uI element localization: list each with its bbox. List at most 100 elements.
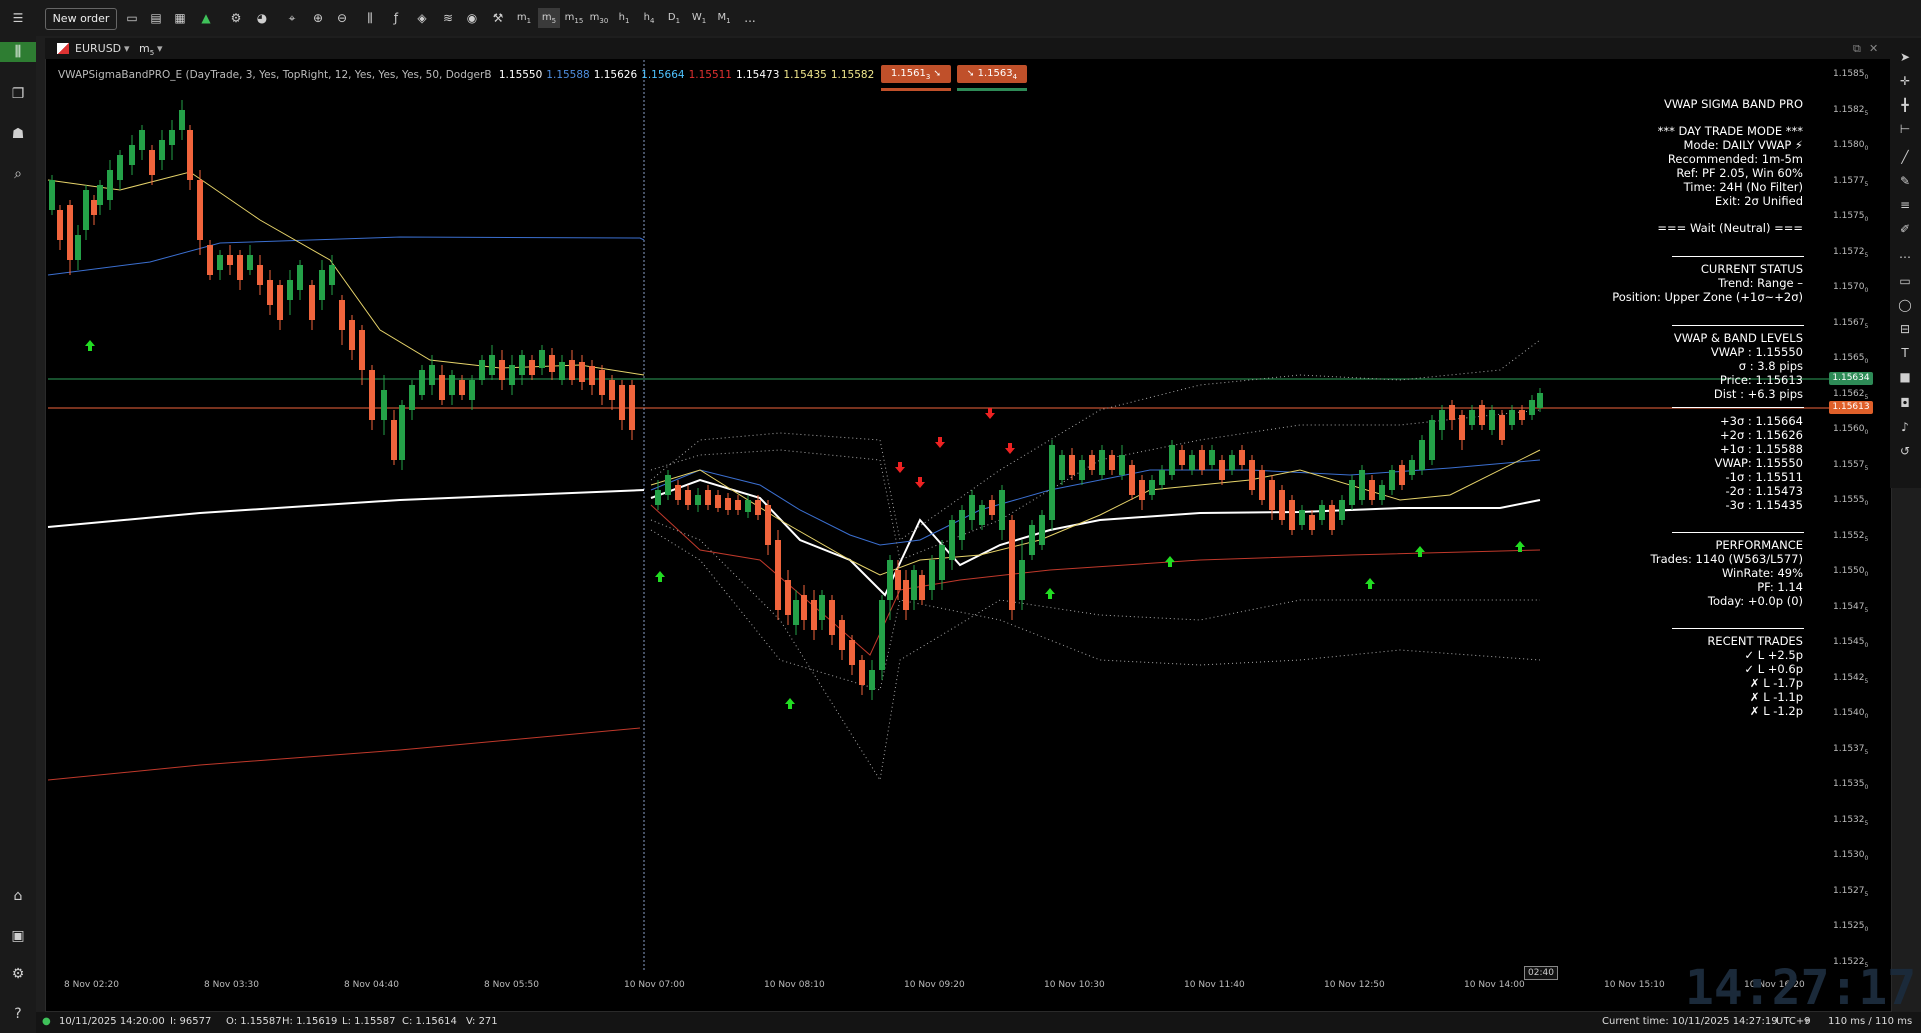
bear-candle	[685, 485, 691, 510]
bear-candle	[391, 410, 397, 465]
time-tick-label: 10 Nov 11:40	[1184, 980, 1245, 990]
bull-candle	[1469, 405, 1475, 430]
price-tick-label: 1.15700	[1833, 282, 1869, 294]
bull-candle	[911, 565, 917, 610]
crosshair-icon[interactable]: ✛	[1896, 72, 1914, 90]
sell-signal-arrow	[895, 462, 905, 473]
bear-candle	[1279, 485, 1285, 525]
alert-bell-icon[interactable]: ♪	[1896, 418, 1914, 436]
divider	[1672, 628, 1804, 629]
bear-candle	[1179, 445, 1185, 470]
horizontal-line-icon[interactable]: ⊢	[1896, 120, 1914, 138]
signal-text: === Wait (Neutral) ===	[1657, 221, 1803, 235]
timezone-dropdown-icon[interactable]: ▾	[1804, 1016, 1809, 1027]
bull-candle	[169, 120, 175, 160]
bull-candle	[1099, 445, 1105, 480]
bull-candle	[1299, 505, 1305, 530]
bear-candle	[187, 125, 193, 190]
bull-candle	[1189, 450, 1195, 475]
indicator-value: 1.15511	[688, 69, 732, 81]
bull-candle	[1159, 465, 1165, 490]
bull-candle	[429, 355, 435, 395]
bull-candle	[1209, 445, 1215, 470]
bull-candle	[819, 590, 825, 630]
price-tick-label: 1.15725	[1833, 246, 1869, 259]
ask-price-tag: 1.15634	[1829, 372, 1873, 385]
pencil-icon[interactable]: ✎	[1896, 172, 1914, 190]
indicator-value: 1.15588	[546, 69, 590, 81]
bull-candle	[509, 355, 515, 395]
bear-candle	[589, 360, 595, 395]
ellipse-icon[interactable]: ◯	[1896, 296, 1914, 314]
divider	[1672, 407, 1804, 408]
bar-low: L: 1.15587	[342, 1016, 396, 1027]
time-tick-label: 8 Nov 03:30	[204, 980, 259, 990]
bear-candle	[1249, 455, 1255, 495]
bull-candle	[1339, 495, 1345, 525]
bear-candle	[439, 365, 445, 405]
buy-price-box[interactable]: ➘ 1.15634	[957, 65, 1027, 83]
bull-candle	[1149, 475, 1155, 500]
cross-line-icon[interactable]: ╋	[1896, 96, 1914, 114]
brush-icon[interactable]: ✐	[1896, 220, 1914, 238]
bar-index: I: 96577	[170, 1016, 212, 1027]
price-tick-label: 1.15250	[1833, 921, 1869, 933]
band-level: +1σ : 1.15588	[1720, 442, 1803, 456]
bear-candle	[801, 585, 807, 630]
bull-candle	[381, 375, 387, 435]
price-chart[interactable]	[0, 0, 1921, 1033]
time-text: Time: 24H (No Filter)	[1683, 180, 1803, 194]
bull-candle	[1529, 395, 1535, 420]
bull-candle	[117, 150, 123, 190]
sell-price-box[interactable]: 1.15613 ➘	[881, 65, 951, 83]
recent-trade: ✓ L +2.5p	[1744, 648, 1803, 662]
pointer-icon[interactable]: ➤	[1896, 48, 1914, 66]
bull-candle	[1059, 450, 1065, 485]
trend-line-icon[interactable]: ╱	[1896, 148, 1914, 166]
time-tick-label: 10 Nov 10:30	[1044, 980, 1105, 990]
bull-candle	[1509, 405, 1515, 430]
bear-candle	[775, 530, 781, 620]
shape-icon[interactable]: ■	[1896, 368, 1914, 386]
bear-candle	[1289, 495, 1295, 535]
bull-candle	[1349, 475, 1355, 510]
bull-candle	[287, 270, 293, 315]
bull-candle	[217, 250, 223, 280]
text-icon[interactable]: T	[1896, 344, 1914, 362]
ruler-icon[interactable]: ⊟	[1896, 320, 1914, 338]
bull-candle	[1489, 405, 1495, 435]
bull-candle	[419, 365, 425, 400]
levels-header: VWAP & BAND LEVELS	[1673, 331, 1803, 345]
bull-candle	[1229, 450, 1235, 475]
bear-candle	[849, 635, 855, 675]
bear-candle	[1329, 500, 1335, 535]
bear-candle	[1309, 510, 1315, 535]
price-tick-label: 1.15400	[1833, 708, 1869, 720]
sell-signal-arrow	[915, 477, 925, 488]
bear-candle	[599, 365, 605, 405]
channel-icon[interactable]: ⋯	[1896, 248, 1914, 266]
exit-text: Exit: 2σ Unified	[1714, 194, 1803, 208]
band-level: VWAP: 1.15550	[1714, 456, 1804, 470]
bear-candle	[705, 485, 711, 510]
bid-price-tag: 1.15613	[1829, 401, 1873, 414]
rectangle-icon[interactable]: ▭	[1896, 272, 1914, 290]
bear-candle	[579, 355, 585, 390]
time-tick-label: 10 Nov 08:10	[764, 980, 825, 990]
bear-candle	[903, 570, 909, 620]
camera-icon[interactable]: ◘	[1896, 394, 1914, 412]
history-icon[interactable]: ↺	[1896, 442, 1914, 460]
connection-dot-icon: ●	[42, 1016, 51, 1027]
bar-open: O: 1.15587	[226, 1016, 282, 1027]
bull-candle	[159, 130, 165, 170]
fibonacci-icon[interactable]: ≡	[1896, 196, 1914, 214]
panel-title: VWAP SIGMA BAND PRO	[1664, 97, 1803, 111]
bull-candle	[887, 555, 893, 620]
band-level: -1σ : 1.15511	[1725, 470, 1804, 484]
bull-candle	[297, 260, 303, 300]
bull-candle	[399, 400, 405, 470]
bar-date: 10/11/2025 14:20:00	[59, 1016, 165, 1027]
bull-candle	[1019, 540, 1025, 610]
bull-candle	[539, 345, 545, 375]
bull-candle	[1049, 440, 1055, 530]
